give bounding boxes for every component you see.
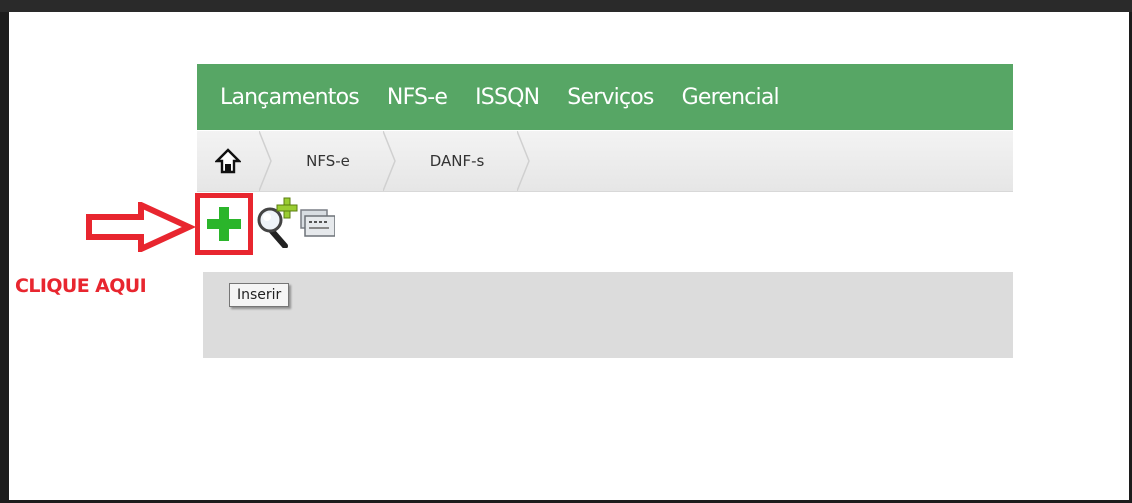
home-icon [215, 148, 241, 174]
menu-item-gerencial[interactable]: Gerencial [682, 85, 780, 110]
annotation-label: CLIQUE AQUI [15, 275, 147, 297]
breadcrumb-item-nfse[interactable]: NFS-e [273, 131, 383, 191]
grid-panel [203, 272, 1013, 358]
breadcrumb-separator [259, 131, 272, 191]
breadcrumb-home[interactable] [197, 131, 259, 191]
breadcrumb-separator [517, 131, 530, 191]
arrow-right-outline-icon [86, 202, 195, 252]
menu-item-servicos[interactable]: Serviços [567, 85, 654, 110]
magnifier-plus-icon [257, 197, 298, 249]
print-button[interactable] [299, 204, 336, 244]
insert-tooltip: Inserir [229, 283, 290, 307]
search-add-button[interactable] [255, 196, 303, 252]
top-strip [0, 0, 1132, 12]
insert-button[interactable] [195, 193, 253, 255]
plus-icon [207, 207, 241, 241]
menu-item-issqn[interactable]: ISSQN [475, 85, 540, 110]
menu-item-lancamentos[interactable]: Lançamentos [220, 85, 360, 110]
main-menu-bar: Lançamentos NFS-e ISSQN Serviços Gerenci… [197, 64, 1013, 130]
breadcrumb-item-danfs[interactable]: DANF-s [397, 131, 517, 191]
breadcrumb-separator [383, 131, 396, 191]
printer-icon [300, 209, 336, 237]
breadcrumb: NFS-e DANF-s [197, 131, 1013, 192]
toolbar [195, 190, 336, 258]
menu-item-nfse[interactable]: NFS-e [387, 85, 448, 110]
